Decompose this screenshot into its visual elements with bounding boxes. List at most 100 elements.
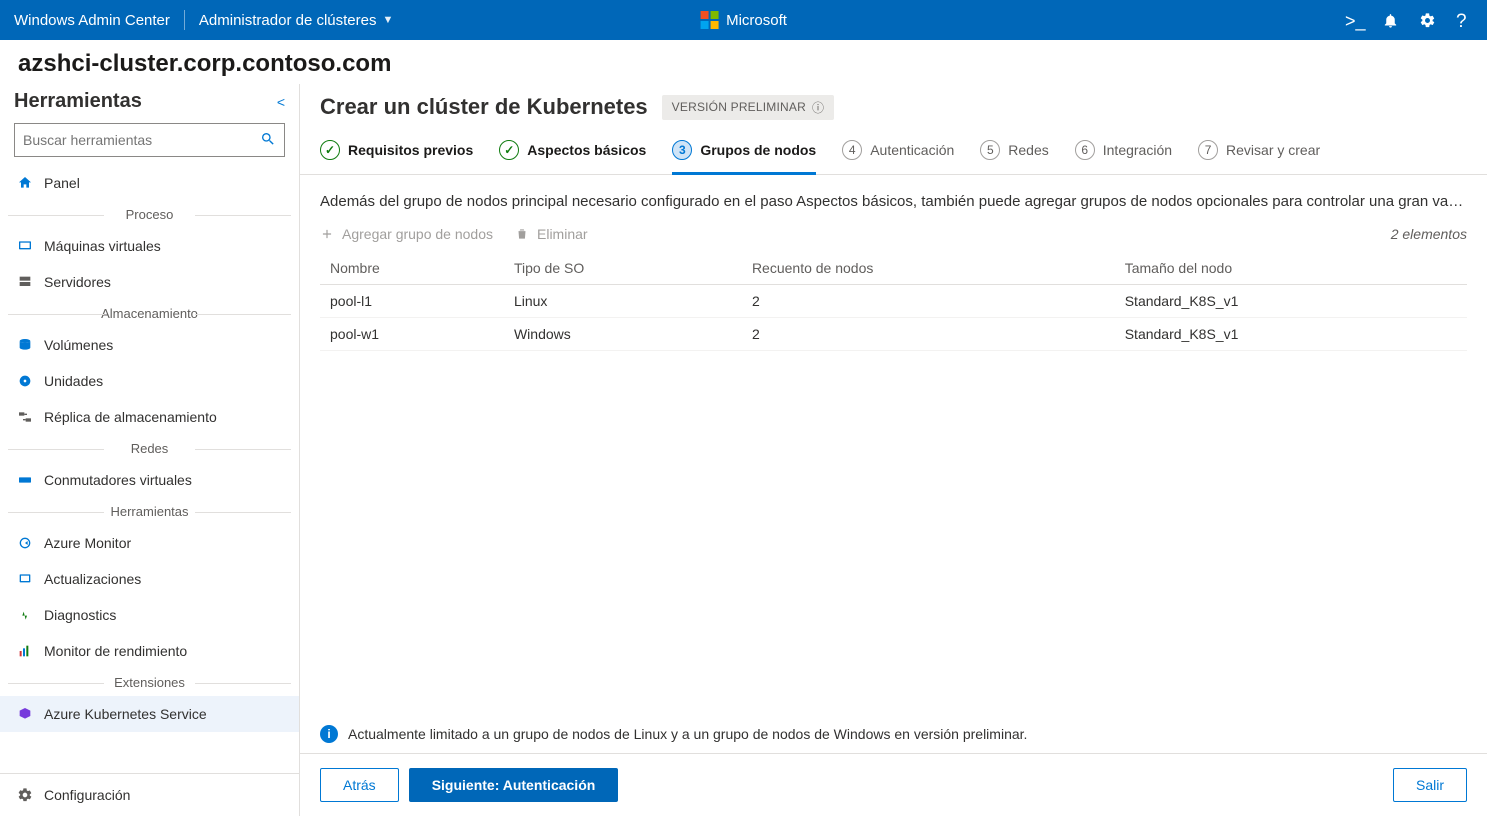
info-text: Actualmente limitado a un grupo de nodos… [348,726,1027,742]
wizard-step-autenticación[interactable]: 4 Autenticación [842,140,954,174]
step-label: Autenticación [870,142,954,158]
col-header[interactable]: Tipo de SO [504,252,742,285]
step-label: Grupos de nodos [700,142,816,158]
sidebar-item-vswitches[interactable]: Conmutadores virtuales [0,462,299,498]
wizard-step-aspectos-básicos[interactable]: ✓ Aspectos básicos [499,140,646,174]
search-input[interactable] [23,132,260,148]
step-label: Redes [1008,142,1048,158]
topbar-divider [184,10,185,30]
plus-icon [320,227,334,241]
azmon-icon [16,534,34,552]
step-label: Aspectos básicos [527,142,646,158]
sidebar-item-vms[interactable]: Máquinas virtuales [0,228,299,264]
table-row[interactable]: pool-l1Linux2Standard_K8S_v1 [320,285,1467,318]
help-icon[interactable]: ? [1456,12,1473,29]
gear-icon [16,786,34,804]
col-header[interactable]: Nombre [320,252,504,285]
cell-count: 2 [742,285,1115,318]
delete-label: Eliminar [537,226,588,242]
cell-os: Windows [504,318,742,351]
step-indicator: ✓ [320,140,340,160]
item-count: 2 elementos [1391,226,1467,242]
sidebar-item-drives[interactable]: Unidades [0,363,299,399]
exit-button[interactable]: Salir [1393,768,1467,802]
sidebar-item-label: Máquinas virtuales [44,238,161,254]
wizard-step-requisitos-previos[interactable]: ✓Requisitos previos [320,140,473,174]
wizard-steps: ✓Requisitos previos✓Aspectos básicos3Gru… [300,124,1487,175]
sidebar-collapse-icon[interactable]: < [277,94,285,110]
nav-group-label: Extensiones [0,675,299,690]
sidebar-item-label: Panel [44,175,80,191]
sidebar-item-diag[interactable]: Diagnostics [0,597,299,633]
ms-label: Microsoft [726,12,787,29]
storrep-icon [16,408,34,426]
context-switcher[interactable]: Administrador de clústeres ▼ [199,12,393,29]
intro-text: Además del grupo de nodos principal nece… [320,193,1467,210]
col-header[interactable]: Recuento de nodos [742,252,1115,285]
cell-os: Linux [504,285,742,318]
step-indicator: ✓ [499,140,519,160]
product-name[interactable]: Windows Admin Center [14,12,170,29]
next-button[interactable]: Siguiente: Autenticación [409,768,619,802]
cell-name: pool-w1 [320,318,504,351]
sidebar-item-storrep[interactable]: Réplica de almacenamiento [0,399,299,435]
settings-icon[interactable] [1419,12,1436,29]
wizard-step-revisar-y-crear[interactable]: 7 Revisar y crear [1198,140,1320,174]
cluster-title: azshci-cluster.corp.contoso.com [0,40,1487,84]
console-icon[interactable]: >_ [1345,12,1362,29]
step-indicator: 4 [842,140,862,160]
wizard-footer: Atrás Siguiente: Autenticación Salir [300,753,1487,816]
sidebar-item-label: Diagnostics [44,607,116,623]
ms-brand: Microsoft [700,11,787,29]
sidebar-item-label: Actualizaciones [44,571,141,587]
tools-search[interactable] [14,123,285,157]
diag-icon [16,606,34,624]
sidebar-item-label: Unidades [44,373,103,389]
wizard-step-grupos-de-nodos[interactable]: 3Grupos de nodos [672,140,816,174]
sidebar-item-settings[interactable]: Configuración [0,774,299,816]
nav-group-label: Proceso [0,207,299,222]
vswitches-icon [16,471,34,489]
step-label: Revisar y crear [1226,142,1320,158]
vms-icon [16,237,34,255]
info-bar: i Actualmente limitado a un grupo de nod… [320,725,1467,743]
sidebar-item-label: Azure Monitor [44,535,131,551]
sidebar-item-updates[interactable]: Actualizaciones [0,561,299,597]
topbar: Windows Admin Center Administrador de cl… [0,0,1487,40]
step-indicator: 5 [980,140,1000,160]
wizard-step-integración[interactable]: 6 Integración [1075,140,1172,174]
sidebar-item-perfmon[interactable]: Monitor de rendimiento [0,633,299,669]
notifications-icon[interactable] [1382,12,1399,29]
delete-nodepool-button[interactable]: Eliminar [515,226,588,242]
step-label: Integración [1103,142,1172,158]
sidebar-item-panel[interactable]: Panel [0,165,299,201]
add-label: Agregar grupo de nodos [342,226,493,242]
step-indicator: 7 [1198,140,1218,160]
table-row[interactable]: pool-w1Windows2Standard_K8S_v1 [320,318,1467,351]
context-label: Administrador de clústeres [199,12,377,29]
search-icon [260,131,276,150]
step-indicator: 6 [1075,140,1095,160]
chevron-down-icon: ▼ [382,14,393,26]
sidebar-item-label: Azure Kubernetes Service [44,706,207,722]
drives-icon [16,372,34,390]
sidebar-item-aks[interactable]: Azure Kubernetes Service [0,696,299,732]
sidebar-item-label: Conmutadores virtuales [44,472,192,488]
col-header[interactable]: Tamaño del nodo [1115,252,1467,285]
sidebar-item-azmon[interactable]: Azure Monitor [0,525,299,561]
cell-name: pool-l1 [320,285,504,318]
sidebar-item-servers[interactable]: Servidores [0,264,299,300]
tools-sidebar: Herramientas < PanelProcesoMáquinas virt… [0,84,300,816]
trash-icon [515,227,529,241]
preview-badge: VERSIÓN PRELIMINAR [662,95,835,120]
sidebar-item-volumes[interactable]: Volúmenes [0,327,299,363]
add-nodepool-button[interactable]: Agregar grupo de nodos [320,226,493,242]
sidebar-item-label: Monitor de rendimiento [44,643,187,659]
wizard-step-redes[interactable]: 5 Redes [980,140,1048,174]
page-title: Crear un clúster de Kubernetes [320,94,648,120]
servers-icon [16,273,34,291]
aks-icon [16,705,34,723]
back-button[interactable]: Atrás [320,768,399,802]
main-content: Crear un clúster de Kubernetes VERSIÓN P… [300,84,1487,816]
perfmon-icon [16,642,34,660]
